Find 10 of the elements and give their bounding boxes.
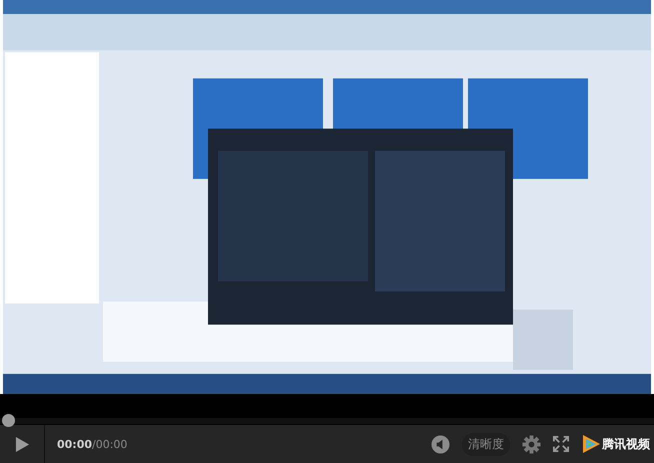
play-logo-icon <box>581 434 601 454</box>
play-icon[interactable] <box>15 436 30 452</box>
volume-icon[interactable] <box>431 434 450 454</box>
total-time: /00:00 <box>92 438 128 450</box>
quality-button[interactable]: 清晰度 <box>462 432 510 456</box>
current-time: 00:00 <box>57 438 92 450</box>
fullscreen-icon[interactable] <box>553 436 569 452</box>
progress-handle[interactable] <box>2 414 15 427</box>
settings-icon[interactable] <box>522 434 541 454</box>
logo-text: 腾讯视频 <box>602 436 650 452</box>
